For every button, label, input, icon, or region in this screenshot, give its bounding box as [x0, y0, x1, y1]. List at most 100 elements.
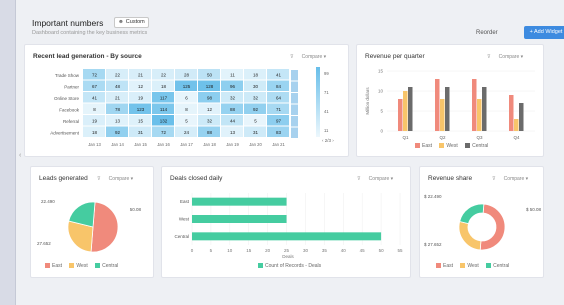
cell-value: 88 — [230, 107, 236, 112]
slice-west — [458, 221, 482, 251]
legend-central: Central — [493, 263, 510, 269]
cell-value: 50 — [207, 73, 213, 78]
chart-legend: Count of Records - Deals — [252, 263, 321, 269]
cell-value: 88 — [207, 130, 213, 135]
legend-east: East — [422, 143, 433, 149]
slice-label: $ 22.490 — [424, 194, 442, 199]
legend-west: West — [76, 263, 88, 269]
cell-value: 48 — [115, 84, 121, 89]
scale-tick: 71 — [324, 90, 329, 95]
heatmap-cell — [291, 127, 298, 138]
heatmap-cell — [291, 81, 298, 92]
column-label: Jan 18 — [203, 142, 216, 147]
scale-tick: 11 — [324, 128, 329, 133]
color-scale-bar — [316, 67, 320, 137]
slice-central — [459, 203, 485, 225]
x-tick-label: Q3 — [476, 135, 483, 140]
cell-value: 24 — [184, 130, 190, 135]
y-tick-label: 0 — [380, 129, 383, 134]
scale-tick: 99 — [324, 71, 329, 76]
cell-value: 41 — [276, 73, 282, 78]
row-label: Facebook — [59, 108, 80, 113]
cell-value: 13 — [230, 130, 236, 135]
bar-east — [435, 79, 440, 131]
reorder-button[interactable]: Reorder — [476, 30, 498, 36]
cell-value: 15 — [138, 119, 144, 124]
category-label: East — [180, 199, 190, 204]
cell-value: 32 — [253, 96, 259, 101]
cell-value: 128 — [206, 84, 214, 89]
slice-east — [90, 201, 119, 253]
legend-central: Central — [102, 263, 119, 269]
custom-badge[interactable]: ☻ Custom — [114, 17, 149, 28]
row-label: Advertisement — [50, 131, 80, 136]
x-tick-label: Q1 — [402, 135, 409, 140]
bar-chart: 0 5 10 15 Million dollars Q1 Q2 Q3 Q4 — [365, 69, 535, 140]
x-axis-label: Deals — [282, 254, 294, 259]
row-label: Online Store — [54, 96, 80, 101]
cell-value: 72 — [161, 130, 167, 135]
chart-legend: East West Central — [409, 143, 488, 149]
cell-value: 67 — [92, 84, 98, 89]
legend-east: East — [443, 263, 454, 269]
scale-tick: 41 — [324, 109, 329, 114]
cell-value: 98 — [207, 96, 213, 101]
slice-label: 27.652 — [37, 241, 51, 246]
x-tick-label: 10 — [227, 248, 233, 253]
category-label: Central — [174, 234, 189, 239]
column-label: Jan 19 — [226, 142, 239, 147]
heatmap-cell — [291, 116, 298, 127]
bar-central — [445, 87, 450, 131]
cell-value: 31 — [253, 130, 259, 135]
bar-central — [408, 87, 413, 131]
column-label: Jan 16 — [157, 142, 170, 147]
cell-value: 22 — [161, 73, 167, 78]
x-tick-label: 40 — [341, 248, 347, 253]
y-axis-label: Million dollars — [365, 87, 370, 115]
bar-east — [398, 99, 403, 131]
x-tick-label: Q4 — [513, 135, 520, 140]
legend-west: West — [446, 143, 458, 149]
cell-value: 84 — [276, 84, 282, 89]
page-title: Important numbers — [32, 18, 104, 28]
slice-label: $ 50.08 — [526, 207, 542, 212]
cell-value: 83 — [276, 130, 282, 135]
cell-value: 44 — [230, 119, 236, 124]
slice-east — [479, 203, 506, 251]
cell-value: 41 — [92, 96, 98, 101]
legend-west: West — [467, 263, 479, 269]
cell-value: 18 — [92, 130, 98, 135]
bar-east — [509, 95, 514, 131]
bar — [192, 215, 287, 223]
legend-central: Central — [472, 143, 489, 149]
cell-value: 96 — [230, 84, 236, 89]
x-tick-label: 0 — [191, 248, 194, 253]
cell-value: 11 — [230, 73, 235, 78]
cell-value: 18 — [161, 84, 167, 89]
cell-value: 22 — [115, 73, 121, 78]
revenue-share-card: Revenue share ⊽ Compare ▾ $ 50.08 $ 27.652… — [419, 166, 544, 278]
leads-generated-card: Leads generated ⊽ Compare ▾ 50.08 27.652 22… — [30, 166, 154, 278]
x-tick-label: 15 — [246, 248, 252, 253]
cell-value: 21 — [138, 73, 144, 78]
slice-label: 22.490 — [41, 199, 55, 204]
column-label: Jan 14 — [111, 142, 124, 147]
heatmap-chart: Trade Show 72 22 21 22 28 50 11 18 41 Partner 67 48 1… — [50, 67, 334, 147]
bar-west — [477, 99, 482, 131]
collapse-sidebar-icon[interactable]: ‹ — [19, 152, 21, 159]
cell-value: 18 — [253, 73, 259, 78]
revenue-per-quarter-card: Revenue per quarter ⊽ Compare ▾ 0 5 10 15 Mil… — [356, 44, 544, 157]
deals-closed-card: Deals closed daily ⊽ Compare ▾ 0 5 10 15 20 25… — [161, 166, 411, 278]
x-tick-label: Q2 — [439, 135, 446, 140]
chart-legend: East West Central — [39, 263, 118, 269]
bar-west — [514, 119, 519, 131]
x-tick-label: 35 — [322, 248, 328, 253]
cell-value: 12 — [207, 107, 213, 112]
legend-east: East — [52, 263, 63, 269]
cell-value: 72 — [92, 73, 98, 78]
cell-value: 132 — [160, 119, 168, 124]
x-tick-label: 5 — [210, 248, 213, 253]
category-label: West — [179, 217, 190, 222]
x-tick-label: 45 — [360, 248, 366, 253]
add-widget-button[interactable]: + Add Widget — [524, 26, 564, 39]
